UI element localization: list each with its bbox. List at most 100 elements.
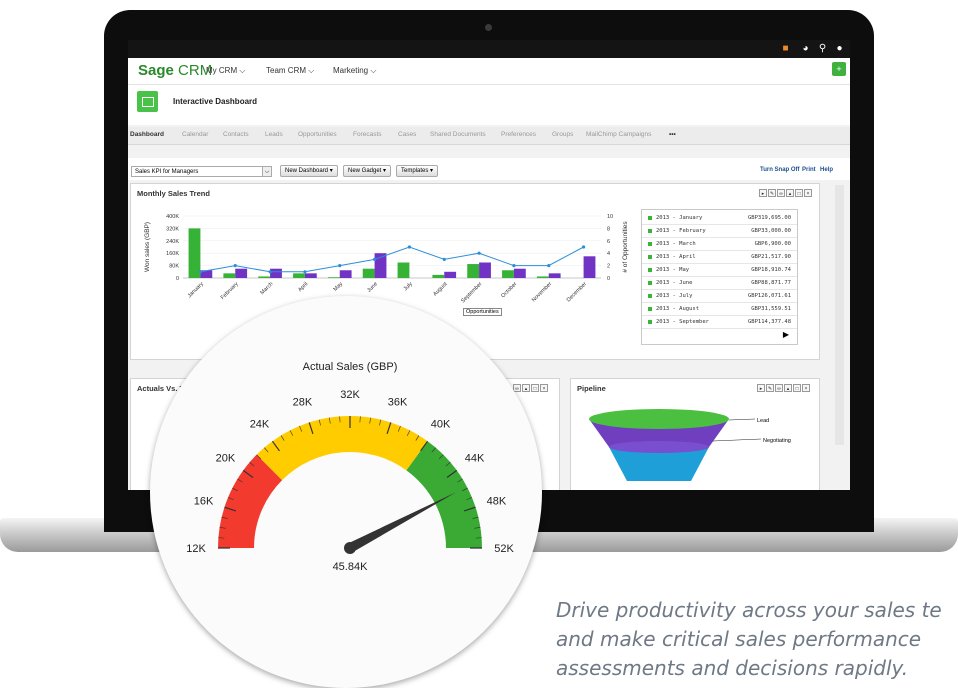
gauge-tick-label: 44K: [465, 452, 485, 464]
page-title: Interactive Dashboard: [173, 97, 258, 106]
maximize-icon[interactable]: □: [531, 384, 539, 392]
gauge-value-label: 45.84K: [333, 561, 369, 573]
legend-row[interactable]: 2013 - July GBP126,071.61: [642, 290, 797, 303]
legend-row[interactable]: 2013 - February GBP33,000.00: [642, 225, 797, 238]
bar-won: [502, 270, 514, 278]
tab-shared-documents[interactable]: Shared Documents: [430, 131, 486, 138]
opportunity-point: [547, 264, 551, 268]
opportunity-point: [303, 270, 307, 274]
tab-groups[interactable]: Groups: [552, 131, 573, 138]
bar-series-2: [513, 268, 526, 278]
legend-row[interactable]: 2013 - May GBP18,910.74: [642, 264, 797, 277]
gauge-tick-label: 16K: [194, 495, 214, 507]
search-icon[interactable]: ⚲: [817, 43, 828, 54]
opportunity-point: [477, 251, 481, 255]
chevron-down-icon[interactable]: ⌵: [262, 166, 272, 177]
new-gadget-button[interactable]: New Gadget ▾: [343, 165, 392, 177]
edit-icon[interactable]: ✎: [768, 189, 776, 197]
x-tick-label: April: [297, 281, 309, 293]
legend-row[interactable]: 2013 - April GBP21,517.90: [642, 251, 797, 264]
system-topbar: ■ ◕ ⚲ ●: [128, 40, 850, 58]
scrollbar[interactable]: [835, 185, 844, 445]
close-icon[interactable]: ×: [802, 384, 810, 392]
tagline-line: assessments and decisions rapidly.: [556, 656, 909, 680]
y2-axis-label: # of Opportunities: [622, 221, 629, 273]
collapse-icon[interactable]: ▴: [522, 384, 530, 392]
tab-more[interactable]: •••: [669, 131, 676, 138]
maximize-icon[interactable]: □: [793, 384, 801, 392]
x-tick-label: September: [460, 281, 483, 304]
gauge-band: [256, 416, 428, 481]
gauge-tick-label: 36K: [388, 397, 408, 409]
tab-leads[interactable]: Leads: [265, 131, 283, 138]
next-page-icon[interactable]: ▶: [783, 330, 789, 339]
gadget-controls: ∞ ▴ □ ×: [513, 384, 548, 392]
play-icon[interactable]: ▸: [757, 384, 765, 392]
close-icon[interactable]: ×: [540, 384, 548, 392]
nav-my-crm[interactable]: My CRM ⌵: [206, 66, 245, 76]
turn-snap-off-link[interactable]: Turn Snap Off: [760, 167, 800, 173]
user-icon[interactable]: ●: [834, 43, 845, 54]
legend-row[interactable]: 2013 - January GBP319,695.00: [642, 212, 797, 225]
collapse-icon[interactable]: ▴: [786, 189, 794, 197]
add-icon[interactable]: +: [832, 62, 846, 76]
tab-cases[interactable]: Cases: [398, 131, 416, 138]
tab-mailchimp-campaigns[interactable]: MailChimp Campaigns: [586, 131, 651, 138]
bar-won: [223, 273, 236, 278]
bar-won: [327, 277, 340, 278]
maximize-icon[interactable]: □: [795, 189, 803, 197]
bar-series-2: [304, 273, 317, 278]
tab-dashboard[interactable]: Dashboard: [130, 131, 164, 138]
tab-forecasts[interactable]: Forecasts: [353, 131, 382, 138]
close-icon[interactable]: ×: [804, 189, 812, 197]
y-tick-label: 240K: [166, 239, 179, 245]
pipeline-gadget: Pipeline ▸ ✎ ∞ ▴ □ × Lead Negotiating: [570, 378, 820, 490]
play-icon[interactable]: ▸: [759, 189, 767, 197]
gauge-needle: [347, 492, 457, 553]
link-icon[interactable]: ∞: [777, 189, 785, 197]
help-link[interactable]: Help: [820, 167, 833, 173]
templates-button[interactable]: Templates ▾: [396, 165, 439, 177]
x-tick-label: December: [566, 281, 588, 303]
link-icon[interactable]: ∞: [775, 384, 783, 392]
bar-won: [362, 268, 375, 278]
new-dashboard-button[interactable]: New Dashboard ▾: [280, 165, 338, 177]
logo[interactable]: Sage CRM: [138, 62, 212, 79]
y-tick-label: 160K: [166, 251, 179, 257]
tab-preferences[interactable]: Preferences: [501, 131, 536, 138]
tab-opportunities[interactable]: Opportunities: [298, 131, 337, 138]
funnel-label: Negotiating: [763, 438, 791, 444]
bar-won: [188, 228, 201, 278]
alert-icon[interactable]: ■: [780, 43, 791, 54]
legend-row[interactable]: 2013 - August GBP31,559.51: [642, 303, 797, 316]
dashboard-select[interactable]: Sales KPI for Managers: [131, 166, 271, 177]
opportunity-point: [581, 245, 586, 249]
tab-bar: Dashboard Calendar Contacts Leads Opport…: [128, 127, 850, 145]
legend-row[interactable]: 2013 - March GBP6,900.00: [642, 238, 797, 251]
x-tick-label: February: [220, 281, 240, 301]
gauge-tick-label: 48K: [487, 495, 507, 507]
bar-series-2: [583, 256, 596, 278]
page-header: Interactive Dashboard: [128, 85, 850, 125]
bar-won: [397, 262, 410, 278]
clock-icon[interactable]: ◕: [800, 43, 811, 54]
tagline-line: Drive productivity across your sales te: [556, 598, 942, 622]
opportunities-line: [200, 246, 584, 273]
gauge-hub: [344, 542, 356, 554]
monthly-legend: 2013 - January GBP319,695.00 2013 - Febru…: [641, 209, 798, 345]
x-tick-label: January: [187, 281, 205, 299]
collapse-icon[interactable]: ▴: [784, 384, 792, 392]
tab-calendar[interactable]: Calendar: [182, 131, 208, 138]
y2-tick-label: 8: [607, 226, 610, 232]
pipeline-funnel: Lead Negotiating: [589, 409, 791, 481]
x-tick-label: July: [403, 281, 414, 292]
nav-marketing[interactable]: Marketing ⌵: [333, 66, 376, 76]
legend-row[interactable]: 2013 - June GBP88,871.77: [642, 277, 797, 290]
nav-team-crm[interactable]: Team CRM ⌵: [266, 66, 314, 76]
legend-row[interactable]: 2013 - September GBP114,377.48: [642, 316, 797, 329]
x-tick-label: March: [259, 281, 274, 296]
gauge-title: Actual Sales (GBP): [303, 361, 398, 373]
print-link[interactable]: Print: [802, 167, 816, 173]
tab-contacts[interactable]: Contacts: [223, 131, 249, 138]
edit-icon[interactable]: ✎: [766, 384, 774, 392]
